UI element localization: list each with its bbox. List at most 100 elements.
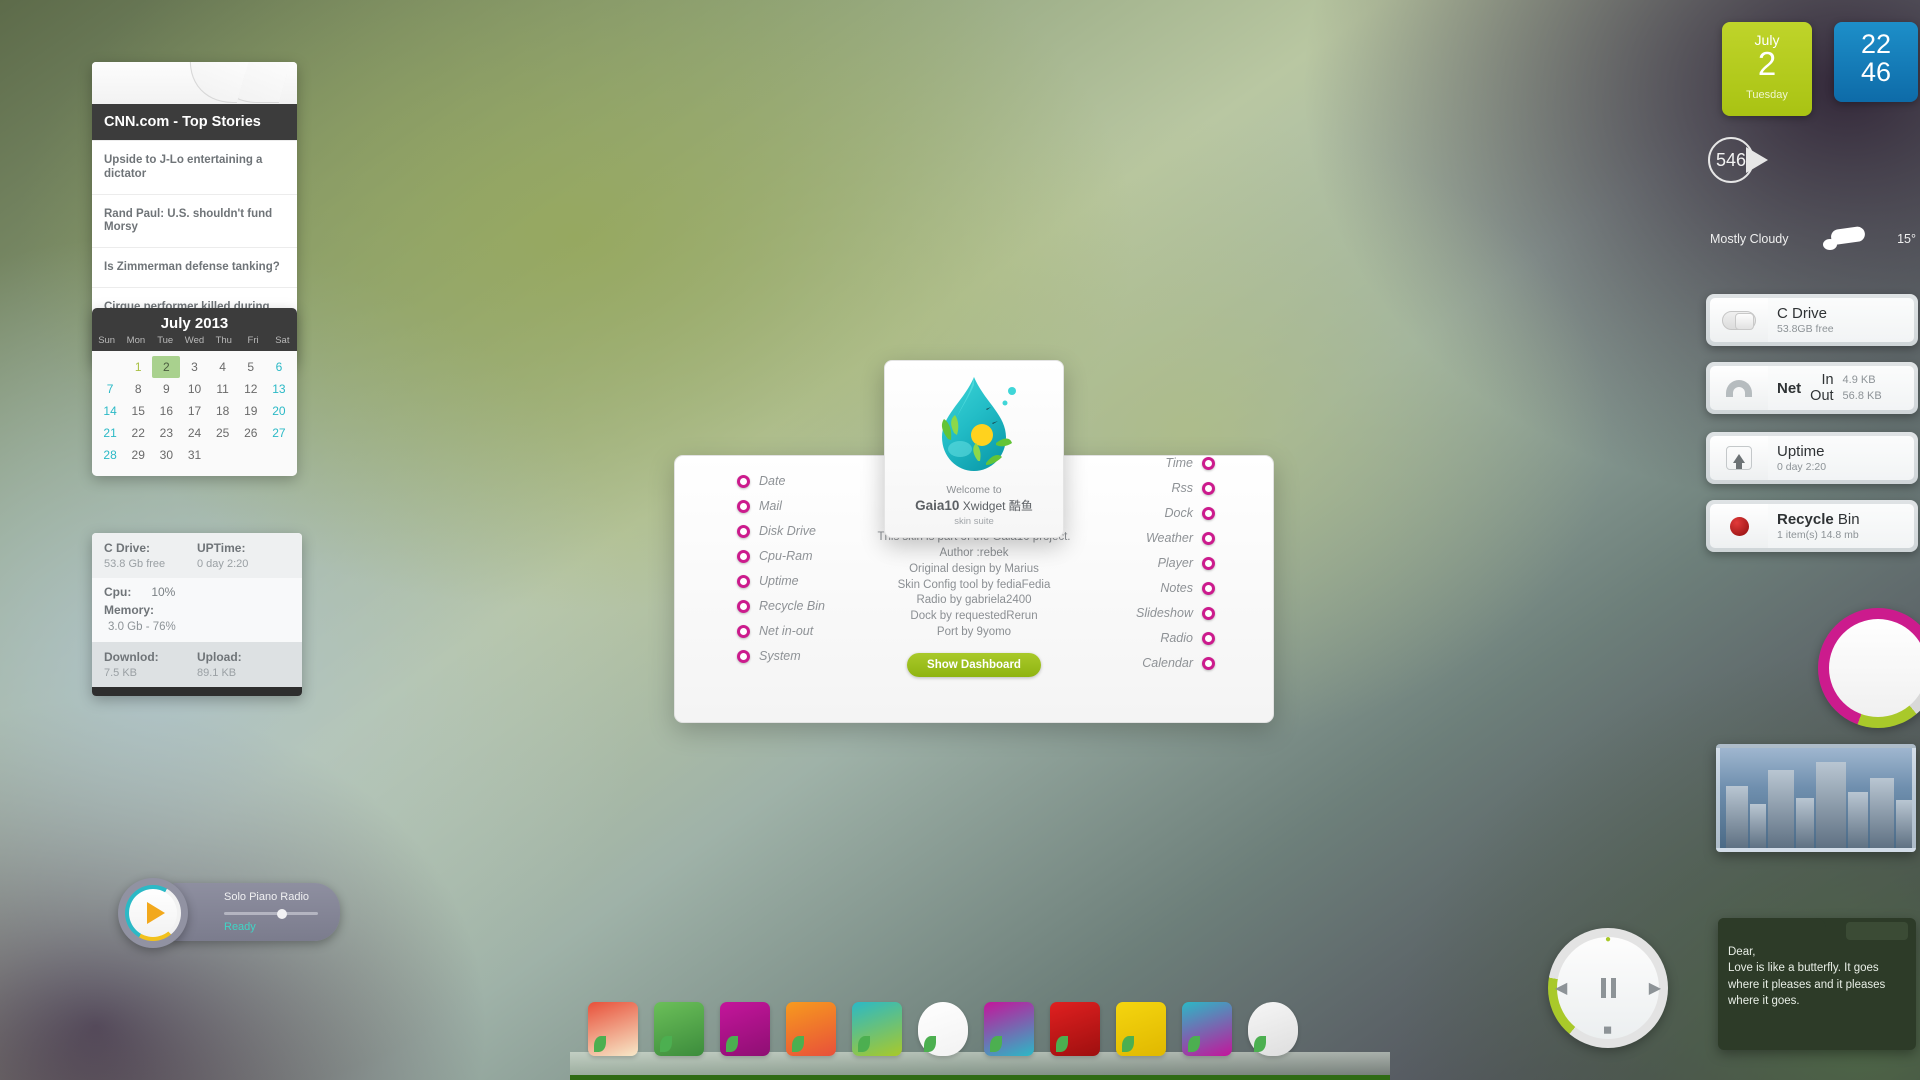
toggle-bullet-icon[interactable] <box>1202 456 1215 470</box>
dock-magenta-book-icon[interactable] <box>720 1002 770 1056</box>
toggle-bullet-icon[interactable] <box>1202 656 1215 670</box>
calendar-day[interactable]: 22 <box>124 422 152 444</box>
dashboard-item-player[interactable]: Player <box>1136 556 1215 570</box>
calendar-day[interactable]: 20 <box>265 400 293 422</box>
media-controller-widget[interactable]: ◀ ▶ ◼ ● <box>1548 928 1668 1048</box>
calendar-day[interactable]: 27 <box>265 422 293 444</box>
weather-widget[interactable]: Mostly Cloudy 15° <box>1710 225 1916 252</box>
sidebar-widget-uptime[interactable]: Uptime 0 day 2:20 <box>1706 432 1918 484</box>
rss-item[interactable]: Is Zimmerman defense tanking? <box>92 247 297 287</box>
calendar-day[interactable]: 17 <box>180 400 208 422</box>
toggle-bullet-icon[interactable] <box>737 649 750 663</box>
dashboard-item-slideshow[interactable]: Slideshow <box>1136 606 1215 620</box>
calendar-day[interactable]: 7 <box>96 378 124 400</box>
date-widget[interactable]: July 2 Tuesday <box>1722 22 1812 116</box>
calendar-day[interactable]: 19 <box>237 400 265 422</box>
toggle-bullet-icon[interactable] <box>737 499 750 513</box>
slideshow-widget[interactable] <box>1716 744 1916 852</box>
calendar-day[interactable]: 8 <box>124 378 152 400</box>
dock-red-mailbox-icon[interactable] <box>1050 1002 1100 1056</box>
dock-orange-flame-icon[interactable] <box>786 1002 836 1056</box>
dashboard-item-weather[interactable]: Weather <box>1136 531 1215 545</box>
sidebar-widget-c-drive[interactable]: C Drive 53.8GB free <box>1706 294 1918 346</box>
dashboard-item-mail[interactable]: Mail <box>737 499 825 513</box>
dashboard-item-cpu-ram[interactable]: Cpu-Ram <box>737 549 825 563</box>
dashboard-item-radio[interactable]: Radio <box>1136 631 1215 645</box>
dashboard-item-dock[interactable]: Dock <box>1136 506 1215 520</box>
dashboard-item-date[interactable]: Date <box>737 474 825 488</box>
dashboard-item-net-in-out[interactable]: Net in-out <box>737 624 825 638</box>
notes-widget[interactable]: Dear, Love is like a butterfly. It goes … <box>1718 918 1916 1050</box>
mail-widget[interactable]: 546 <box>1708 137 1772 183</box>
toggle-bullet-icon[interactable] <box>737 549 750 563</box>
toggle-bullet-icon[interactable] <box>1202 506 1215 520</box>
toggle-bullet-icon[interactable] <box>1202 606 1215 620</box>
dock-yellow-camera-icon[interactable] <box>1116 1002 1166 1056</box>
calendar-day[interactable]: 31 <box>180 444 208 466</box>
dashboard-item-time[interactable]: Time <box>1136 456 1215 470</box>
dashboard-item-rss[interactable]: Rss <box>1136 481 1215 495</box>
calendar-day[interactable]: 4 <box>209 356 237 378</box>
calendar-day[interactable]: 3 <box>180 356 208 378</box>
dock-vine-plant-icon[interactable] <box>654 1002 704 1056</box>
play-icon[interactable] <box>146 902 165 924</box>
pause-icon[interactable] <box>1600 978 1616 998</box>
sidebar-widget-network[interactable]: Net In Out 4.9 KB 56.8 KB <box>1706 362 1918 414</box>
toggle-bullet-icon[interactable] <box>737 599 750 613</box>
toggle-bullet-icon[interactable] <box>1202 556 1215 570</box>
dashboard-item-recycle-bin[interactable]: Recycle Bin <box>737 599 825 613</box>
calendar-day[interactable]: 1 <box>124 356 152 378</box>
dashboard-item-system[interactable]: System <box>737 649 825 663</box>
system-monitor-widget[interactable]: C Drive: 53.8 Gb free UPTime: 0 day 2:20… <box>92 533 302 696</box>
calendar-day[interactable]: 5 <box>237 356 265 378</box>
toggle-bullet-icon[interactable] <box>737 474 750 488</box>
volume-knob-widget[interactable] <box>1818 608 1920 728</box>
dock-rainbow-splash-icon[interactable] <box>852 1002 902 1056</box>
dashboard-item-notes[interactable]: Notes <box>1136 581 1215 595</box>
previous-track-icon[interactable]: ◀ <box>1555 978 1567 998</box>
stop-icon[interactable]: ◼ <box>1603 1023 1612 1036</box>
calendar-day[interactable]: 25 <box>209 422 237 444</box>
dock[interactable] <box>570 1000 1390 1080</box>
dashboard-item-uptime[interactable]: Uptime <box>737 574 825 588</box>
radio-player-widget[interactable]: Solo Piano Radio Ready <box>118 878 340 948</box>
toggle-bullet-icon[interactable] <box>737 574 750 588</box>
calendar-day[interactable]: 23 <box>152 422 180 444</box>
toggle-bullet-icon[interactable] <box>1202 531 1215 545</box>
dock-green-girl-icon[interactable] <box>1182 1002 1232 1056</box>
calendar-day[interactable]: 10 <box>180 378 208 400</box>
next-track-icon[interactable]: ▶ <box>1649 978 1661 998</box>
calendar-day[interactable]: 2 <box>152 356 181 378</box>
rss-item[interactable]: Upside to J-Lo entertaining a dictator <box>92 140 297 194</box>
dock-icon-list[interactable] <box>588 1002 1298 1056</box>
calendar-day[interactable]: 18 <box>209 400 237 422</box>
clock-widget[interactable]: 22 46 <box>1834 22 1918 102</box>
dock-white-egg-icon[interactable] <box>918 1002 968 1056</box>
toggle-bullet-icon[interactable] <box>1202 631 1215 645</box>
calendar-day[interactable]: 9 <box>152 378 180 400</box>
radio-volume-slider[interactable] <box>224 908 318 919</box>
calendar-day[interactable]: 30 <box>152 444 180 466</box>
toggle-bullet-icon[interactable] <box>737 524 750 538</box>
toggle-bullet-icon[interactable] <box>1202 481 1215 495</box>
radio-slider-handle[interactable] <box>276 908 287 919</box>
calendar-day[interactable]: 14 <box>96 400 124 422</box>
dock-white-bunny-icon[interactable] <box>1248 1002 1298 1056</box>
calendar-day[interactable]: 6 <box>265 356 293 378</box>
toggle-bullet-icon[interactable] <box>1202 581 1215 595</box>
toggle-bullet-icon[interactable] <box>737 624 750 638</box>
calendar-day[interactable]: 29 <box>124 444 152 466</box>
calendar-day[interactable]: 26 <box>237 422 265 444</box>
sidebar-widget-recycle-bin[interactable]: Recycle Bin 1 item(s) 14.8 mb <box>1706 500 1918 552</box>
calendar-day[interactable]: 28 <box>96 444 124 466</box>
dock-notepad-icon[interactable] <box>588 1002 638 1056</box>
calendar-day[interactable]: 12 <box>237 378 265 400</box>
calendar-day[interactable]: 16 <box>152 400 180 422</box>
radio-play-button[interactable] <box>118 878 188 948</box>
calendar-day[interactable]: 24 <box>180 422 208 444</box>
calendar-widget[interactable]: July 2013 Sun Mon Tue Wed Thu Fri Sat 12… <box>92 308 297 476</box>
dashboard-item-calendar[interactable]: Calendar <box>1136 656 1215 670</box>
calendar-day[interactable]: 15 <box>124 400 152 422</box>
dock-smiley-blob-icon[interactable] <box>984 1002 1034 1056</box>
calendar-day[interactable]: 21 <box>96 422 124 444</box>
